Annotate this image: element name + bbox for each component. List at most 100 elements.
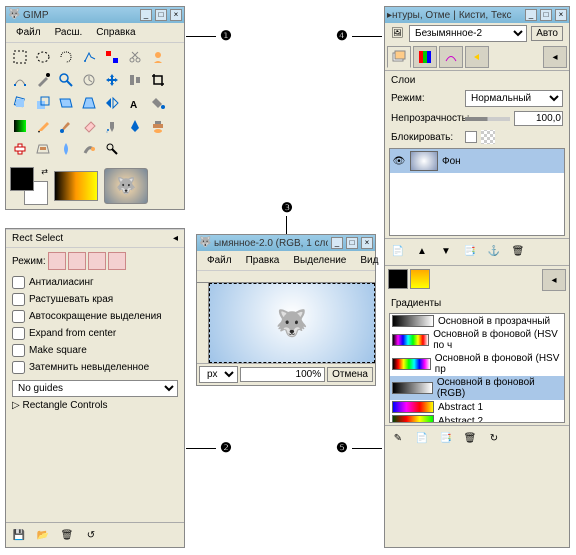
close-button[interactable]: × bbox=[555, 9, 567, 21]
tool-blur[interactable] bbox=[55, 138, 77, 160]
mode-subtract[interactable] bbox=[88, 252, 106, 270]
tool-pencil[interactable] bbox=[32, 115, 54, 137]
anchor-layer-button[interactable]: ⚓ bbox=[484, 242, 504, 260]
maximize-button[interactable]: □ bbox=[155, 9, 167, 21]
tool-airbrush[interactable] bbox=[101, 115, 123, 137]
menu-file[interactable]: Файл bbox=[201, 253, 238, 268]
tool-clone[interactable] bbox=[147, 115, 169, 137]
ruler-vertical[interactable] bbox=[197, 283, 209, 363]
tool-perspective-clone[interactable] bbox=[32, 138, 54, 160]
lock-alpha-checkbox[interactable] bbox=[465, 131, 477, 143]
canvas-area[interactable]: 🐺 bbox=[209, 283, 375, 363]
active-image-preview[interactable]: 🐺 bbox=[104, 168, 148, 204]
tool-free-select[interactable] bbox=[55, 46, 77, 68]
tool-bucket-fill[interactable] bbox=[147, 92, 169, 114]
square-checkbox[interactable] bbox=[12, 344, 25, 357]
mode-add[interactable] bbox=[68, 252, 86, 270]
lower-layer-button[interactable]: ▼ bbox=[436, 242, 456, 260]
menu-help[interactable]: Справка bbox=[90, 25, 141, 40]
visibility-icon[interactable]: 👁 bbox=[392, 154, 406, 168]
layer-list[interactable]: 👁 Фон bbox=[389, 148, 565, 236]
auto-button[interactable]: Авто bbox=[531, 26, 563, 41]
tool-ellipse-select[interactable] bbox=[32, 46, 54, 68]
gradient-row[interactable]: Основной в фоновой (HSV пр bbox=[390, 352, 564, 376]
autoshrink-checkbox[interactable] bbox=[12, 310, 25, 323]
tool-by-color-select[interactable] bbox=[101, 46, 123, 68]
feather-checkbox[interactable] bbox=[12, 293, 25, 306]
tool-rotate[interactable] bbox=[9, 92, 31, 114]
duplicate-gradient-button[interactable]: 📑 bbox=[436, 429, 456, 447]
fg-bg-swatch[interactable]: ⇄ bbox=[10, 167, 48, 205]
tool-scale[interactable] bbox=[32, 92, 54, 114]
gradient-row[interactable]: Основной в прозрачный bbox=[390, 314, 564, 328]
mode-select[interactable]: Нормальный bbox=[465, 90, 563, 107]
unit-select[interactable]: px bbox=[199, 366, 238, 383]
opacity-input[interactable] bbox=[514, 111, 563, 126]
new-gradient-button[interactable]: 📄 bbox=[412, 429, 432, 447]
tool-dodge[interactable] bbox=[101, 138, 123, 160]
check-square[interactable]: Make square bbox=[12, 342, 178, 359]
tool-paintbrush[interactable] bbox=[55, 115, 77, 137]
tool-blend[interactable] bbox=[9, 115, 31, 137]
rect-select-header[interactable]: Rect Select ◂ bbox=[6, 229, 184, 248]
tab-channels[interactable] bbox=[413, 46, 437, 68]
gradient-row[interactable]: Abstract 1 bbox=[390, 400, 564, 414]
menu-select[interactable]: Выделение bbox=[287, 253, 352, 268]
tab-menu-icon[interactable]: ◂ bbox=[543, 46, 567, 68]
tool-paths[interactable] bbox=[9, 69, 31, 91]
menu-edit[interactable]: Правка bbox=[240, 253, 286, 268]
duplicate-layer-button[interactable]: 📑 bbox=[460, 242, 480, 260]
gradient-row[interactable]: Основной в фоновой (RGB) bbox=[390, 376, 564, 400]
check-highlight[interactable]: Затемнить невыделенное bbox=[12, 359, 178, 376]
tool-crop[interactable] bbox=[147, 69, 169, 91]
layer-row[interactable]: 👁 Фон bbox=[390, 149, 564, 173]
check-antialias[interactable]: Антиалиасинг bbox=[12, 274, 178, 291]
tool-text[interactable]: A bbox=[124, 92, 146, 114]
tool-measure[interactable] bbox=[78, 69, 100, 91]
gradient-list[interactable]: Основной в прозрачный Основной в фоновой … bbox=[389, 313, 565, 423]
canvas-image[interactable]: 🐺 bbox=[209, 283, 375, 363]
menu-ext[interactable]: Расш. bbox=[49, 25, 89, 40]
delete-layer-button[interactable]: 🗑 bbox=[508, 242, 528, 260]
raise-layer-button[interactable]: ▲ bbox=[412, 242, 432, 260]
swap-colors-icon[interactable]: ⇄ bbox=[41, 167, 48, 176]
refresh-gradient-button[interactable]: ↻ bbox=[484, 429, 504, 447]
mode-replace[interactable] bbox=[48, 252, 66, 270]
opacity-slider[interactable] bbox=[465, 117, 510, 121]
delete-gradient-button[interactable]: 🗑 bbox=[460, 429, 480, 447]
tab-paths[interactable] bbox=[439, 46, 463, 68]
reset-options-button[interactable]: ↺ bbox=[81, 526, 101, 544]
image-titlebar[interactable]: 🐺 ымянное-2.0 (RGB, 1 слой) 10 _ □ × bbox=[197, 235, 375, 251]
close-button[interactable]: × bbox=[170, 9, 182, 21]
save-options-button[interactable]: 💾 bbox=[9, 526, 29, 544]
mode-intersect[interactable] bbox=[108, 252, 126, 270]
tab-layers[interactable] bbox=[387, 46, 411, 68]
check-feather[interactable]: Растушевать края bbox=[12, 291, 178, 308]
maximize-button[interactable]: □ bbox=[540, 9, 552, 21]
tab-menu-icon[interactable]: ◂ bbox=[542, 269, 566, 291]
tool-fuzzy-select[interactable] bbox=[78, 46, 100, 68]
brush-gradient-preview[interactable] bbox=[54, 171, 98, 201]
highlight-checkbox[interactable] bbox=[12, 361, 25, 374]
tool-eraser[interactable] bbox=[78, 115, 100, 137]
dock-menu-icon[interactable]: ◂ bbox=[173, 233, 178, 244]
tool-zoom[interactable] bbox=[55, 69, 77, 91]
minimize-button[interactable]: _ bbox=[525, 9, 537, 21]
tool-align[interactable] bbox=[124, 69, 146, 91]
restore-options-button[interactable]: 📂 bbox=[33, 526, 53, 544]
guides-select[interactable]: No guides bbox=[12, 380, 178, 397]
check-expand[interactable]: Expand from center bbox=[12, 325, 178, 342]
tool-shear[interactable] bbox=[55, 92, 77, 114]
maximize-button[interactable]: □ bbox=[346, 237, 358, 249]
tool-heal[interactable] bbox=[9, 138, 31, 160]
antialias-checkbox[interactable] bbox=[12, 276, 25, 289]
tool-scissors[interactable] bbox=[124, 46, 146, 68]
minimize-button[interactable]: _ bbox=[140, 9, 152, 21]
tool-perspective[interactable] bbox=[78, 92, 100, 114]
ruler-horizontal[interactable] bbox=[197, 271, 375, 283]
swatch-black[interactable] bbox=[388, 269, 408, 289]
close-button[interactable]: × bbox=[361, 237, 373, 249]
layer-name[interactable]: Фон bbox=[442, 156, 461, 167]
minimize-button[interactable]: _ bbox=[331, 237, 343, 249]
new-layer-button[interactable]: 📄 bbox=[388, 242, 408, 260]
